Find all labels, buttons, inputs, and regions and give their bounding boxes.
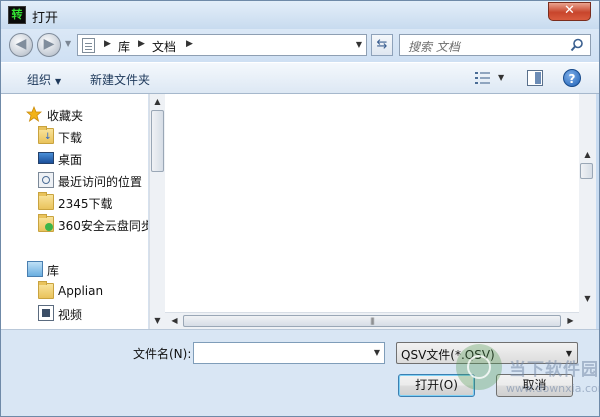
- view-dropdown-icon[interactable]: ▼: [498, 73, 504, 82]
- scroll-left-arrow-icon[interactable]: ◀: [167, 314, 182, 328]
- preview-pane-icon[interactable]: [527, 70, 543, 86]
- scrollbar-thumb[interactable]: [151, 110, 164, 172]
- watermark-text: 当下软件园: [509, 360, 599, 380]
- sidebar-item-label: 下载: [58, 131, 83, 145]
- sidebar-item-label: Applian: [58, 284, 104, 298]
- navigation-pane-scrollbar[interactable]: ▲ ▼: [149, 94, 165, 329]
- scroll-right-arrow-icon[interactable]: ▶: [563, 314, 578, 328]
- scroll-down-arrow-icon[interactable]: ▼: [150, 314, 165, 328]
- video-library-icon: [38, 305, 54, 321]
- file-list-horizontal-scrollbar[interactable]: ◀ ||| ▶: [165, 312, 579, 329]
- filename-input[interactable]: ▼: [193, 342, 385, 364]
- dialog-title: 打开: [32, 11, 59, 26]
- title-bar[interactable]: 转 打开 ✕: [1, 1, 599, 29]
- sidebar-item-360-cloud-sync[interactable]: 360安全云盘同步: [1, 213, 149, 235]
- file-list-area[interactable]: [165, 94, 579, 312]
- desktop-icon: [38, 152, 54, 164]
- recent-places-icon: [38, 172, 54, 188]
- back-button[interactable]: ◀: [9, 33, 33, 57]
- refresh-button[interactable]: ⇆: [371, 34, 393, 56]
- sidebar-item-downloads[interactable]: ↓ 下载: [1, 125, 148, 147]
- sidebar-item-videos[interactable]: 视频: [1, 302, 148, 324]
- app-icon: 转: [8, 6, 26, 24]
- library-icon: [27, 261, 43, 277]
- breadcrumb-separator-icon[interactable]: ▶: [186, 39, 193, 49]
- scroll-up-arrow-icon[interactable]: ▲: [579, 148, 596, 162]
- sidebar-item-label: 收藏夹: [47, 109, 84, 123]
- open-file-dialog: 转 打开 ✕ ◀ ▶ ▼ ▶ 库 ▶ 文档 ▶ ▼ ⇆ 搜索 文档 组织 ▼ 新…: [0, 0, 600, 417]
- breadcrumb-separator-icon[interactable]: ▶: [138, 39, 145, 49]
- scroll-up-arrow-icon[interactable]: ▲: [150, 95, 165, 109]
- sidebar-item-label: 库: [47, 264, 60, 278]
- sidebar-item-label: 最近访问的位置: [58, 175, 143, 189]
- sidebar-item-label: 桌面: [58, 153, 83, 167]
- scrollbar-corner: [579, 312, 596, 329]
- sidebar-item-favorites[interactable]: 收藏夹: [1, 103, 148, 125]
- chevron-down-icon: ▼: [55, 77, 62, 86]
- sidebar-item-label: 2345下载: [58, 197, 113, 211]
- filename-label: 文件名(N):: [133, 347, 192, 361]
- search-placeholder: 搜索 文档: [408, 40, 460, 54]
- document-icon: [82, 38, 95, 53]
- sidebar-item-recent-places[interactable]: 最近访问的位置: [1, 169, 148, 191]
- breadcrumb-separator-icon[interactable]: ▶: [104, 39, 111, 49]
- sidebar-item-label: 360安全云盘同步: [58, 219, 149, 233]
- breadcrumb-documents[interactable]: 文档: [152, 38, 176, 55]
- sync-folder-icon: [38, 214, 54, 232]
- sidebar-item-desktop[interactable]: 桌面: [1, 147, 148, 169]
- sidebar-item-libraries[interactable]: 库: [1, 258, 148, 280]
- help-icon[interactable]: ?: [563, 69, 581, 87]
- organize-label: 组织: [27, 73, 52, 87]
- address-bar[interactable]: ▶ 库 ▶ 文档 ▶ ▼: [77, 34, 367, 56]
- navigation-bar: ◀ ▶ ▼ ▶ 库 ▶ 文档 ▶ ▼ ⇆ 搜索 文档: [1, 29, 599, 62]
- watermark-url: www.downxia.com: [506, 382, 600, 395]
- sidebar-item-label: 视频: [58, 308, 83, 322]
- breadcrumb-library[interactable]: 库: [118, 38, 130, 55]
- star-icon: [26, 106, 42, 122]
- search-input[interactable]: 搜索 文档: [399, 34, 591, 56]
- sidebar-item-applian[interactable]: Applian: [1, 280, 148, 302]
- folder-icon: [38, 192, 54, 210]
- command-bar: 组织 ▼ 新建文件夹 ▼ ?: [1, 62, 599, 94]
- close-button[interactable]: ✕: [548, 2, 591, 21]
- scrollbar-thumb[interactable]: [580, 163, 593, 179]
- new-folder-button[interactable]: 新建文件夹: [90, 71, 150, 88]
- sidebar-item-2345-downloads[interactable]: 2345下载: [1, 191, 148, 213]
- recent-locations-chevron-icon[interactable]: ▼: [65, 39, 71, 48]
- scrollbar-thumb[interactable]: |||: [183, 315, 561, 327]
- watermark-logo-ring: [467, 355, 491, 379]
- forward-button[interactable]: ▶: [37, 33, 61, 57]
- navigation-pane: 收藏夹 ↓ 下载 桌面 最近访问的位置 2345下载 360安全云盘同步 库 A: [1, 94, 149, 329]
- download-folder-icon: ↓: [38, 126, 54, 144]
- address-dropdown-icon[interactable]: ▼: [356, 40, 362, 49]
- file-list-vertical-scrollbar[interactable]: ▲ ▼: [579, 94, 596, 312]
- view-options-icon[interactable]: [475, 71, 491, 85]
- filename-dropdown-icon[interactable]: ▼: [374, 348, 380, 357]
- scroll-down-arrow-icon[interactable]: ▼: [579, 292, 596, 306]
- folder-icon: [38, 281, 54, 299]
- search-icon[interactable]: [570, 38, 584, 52]
- organize-button[interactable]: 组织 ▼: [27, 71, 61, 88]
